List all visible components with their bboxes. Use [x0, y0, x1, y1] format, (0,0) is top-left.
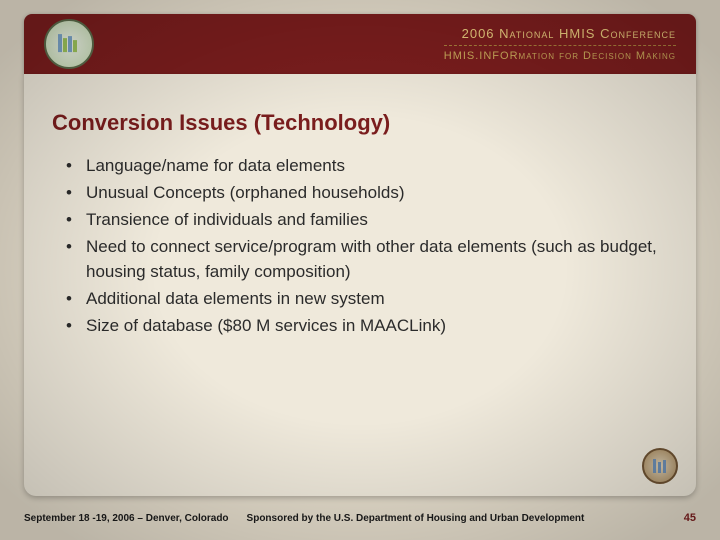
header-logo-wrap — [24, 14, 114, 74]
list-item: Transience of individuals and families — [64, 208, 668, 232]
list-item: Language/name for data elements — [64, 154, 668, 178]
list-item: Size of database ($80 M services in MAAC… — [64, 314, 668, 338]
hud-seal-small-icon — [642, 448, 678, 484]
list-item: Additional data elements in new system — [64, 287, 668, 311]
hud-seal-icon — [44, 19, 94, 69]
header-bar: 2006 National HMIS Conference HMIS.INFOR… — [24, 14, 696, 74]
header-tagline: HMIS.INFORmation for Decision Making — [444, 45, 676, 62]
footer-date-location: September 18 -19, 2006 – Denver, Colorad… — [24, 513, 229, 524]
slide-card: Conversion Issues (Technology) Language/… — [24, 74, 696, 496]
page-number: 45 — [684, 512, 696, 524]
header-text: 2006 National HMIS Conference HMIS.INFOR… — [114, 14, 696, 74]
footer-sponsor: Sponsored by the U.S. Department of Hous… — [247, 513, 666, 524]
bullet-list: Language/name for data elements Unusual … — [52, 154, 668, 338]
footer: September 18 -19, 2006 – Denver, Colorad… — [0, 496, 720, 540]
list-item: Need to connect service/program with oth… — [64, 235, 668, 283]
list-item: Unusual Concepts (orphaned households) — [64, 181, 668, 205]
header-conference-title: 2006 National HMIS Conference — [114, 26, 676, 41]
slide-title: Conversion Issues (Technology) — [52, 110, 668, 136]
